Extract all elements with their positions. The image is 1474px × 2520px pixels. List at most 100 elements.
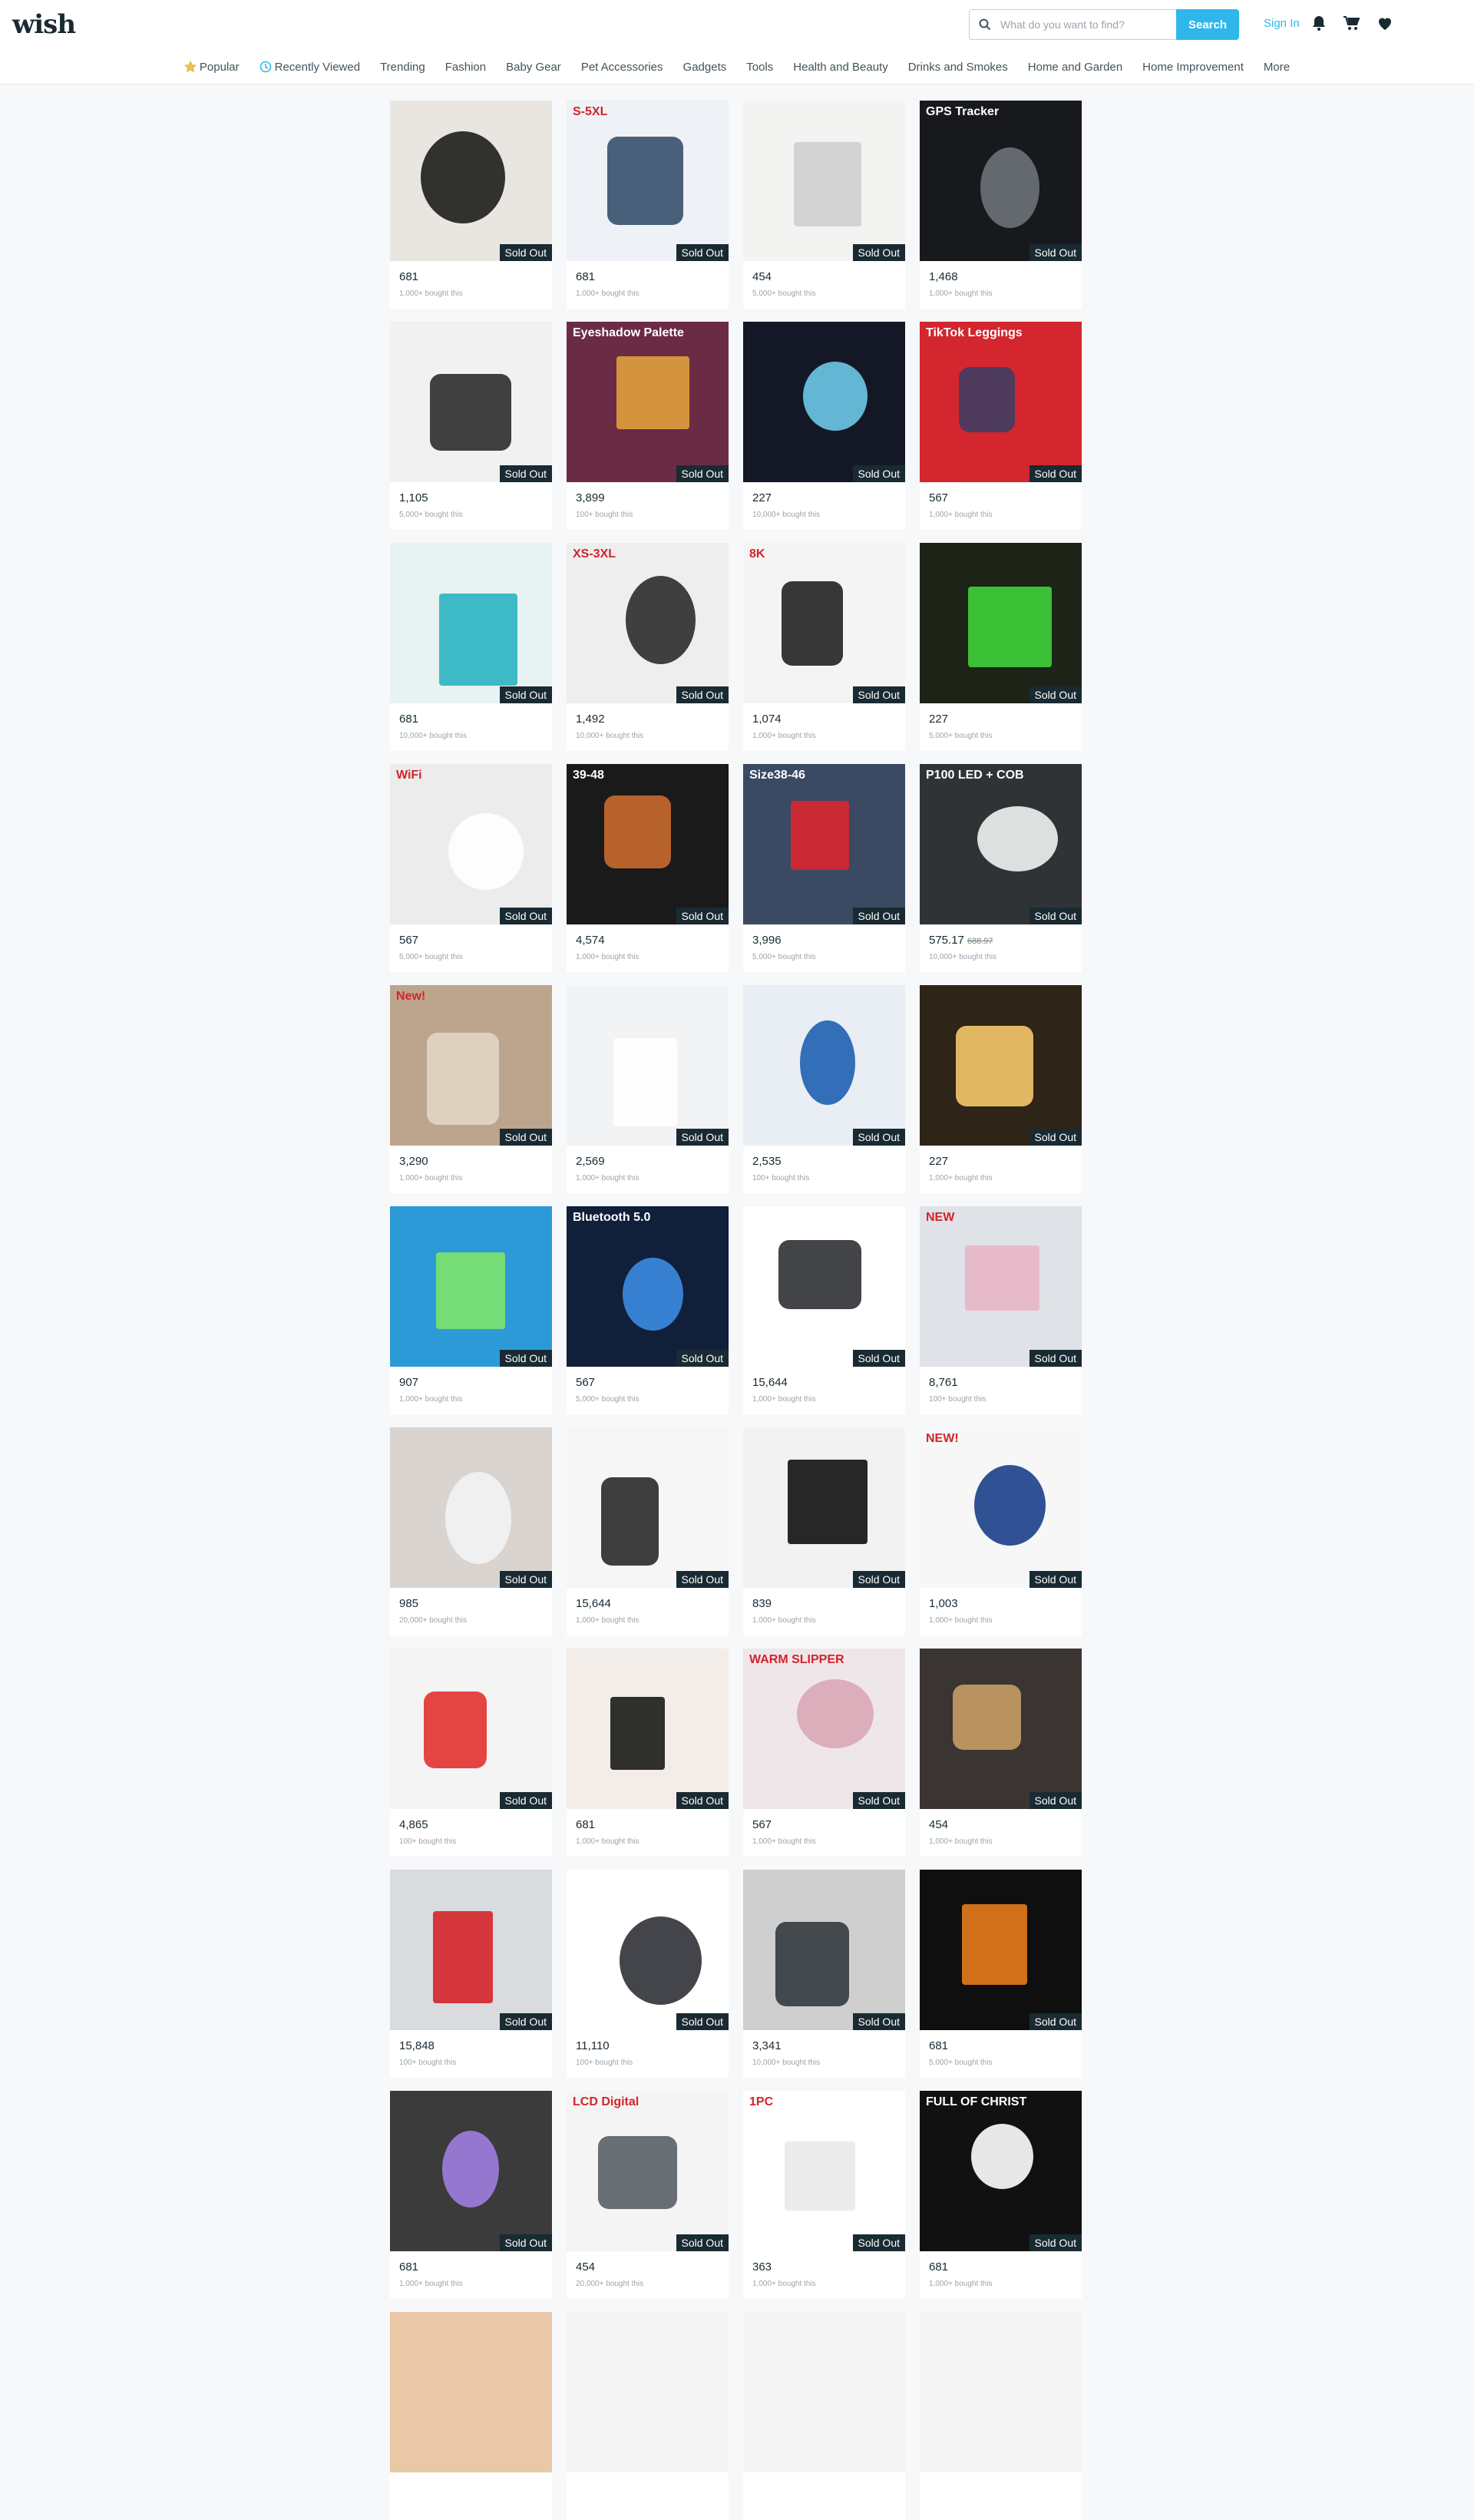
product-card[interactable]: XS-3XL Sold Out 1,492 10,000+ bought this: [567, 543, 729, 751]
product-card[interactable]: Bluetooth 5.0 Sold Out 567 5,000+ bought th…: [567, 1206, 729, 1414]
product-image[interactable]: Sold Out: [743, 322, 905, 482]
product-image[interactable]: Sold Out: [567, 985, 729, 1146]
product-card[interactable]: Sold Out 681 10,000+ bought this: [390, 543, 552, 751]
sign-in-link[interactable]: Sign In: [1264, 17, 1300, 30]
nav-item-tools[interactable]: Tools: [736, 57, 783, 77]
product-card[interactable]: Sold Out 681 1,000+ bought this: [390, 101, 552, 309]
product-image[interactable]: Sold Out: [743, 985, 905, 1146]
bell-icon[interactable]: [1310, 14, 1328, 32]
nav-item-recently-viewed[interactable]: Recently Viewed: [250, 57, 370, 77]
product-card[interactable]: Sold Out 681 5,000+ bought this: [920, 1870, 1082, 2078]
search-button[interactable]: Search: [1176, 9, 1239, 40]
product-card[interactable]: LCD Digital Sold Out 454 20,000+ bought thi…: [567, 2091, 729, 2299]
product-image[interactable]: WiFi Sold Out: [390, 764, 552, 924]
product-image[interactable]: Sold Out: [743, 1870, 905, 2030]
product-card[interactable]: Sold Out 227 1,000+ bought this: [920, 985, 1082, 1193]
cart-icon[interactable]: [1342, 14, 1360, 32]
product-image[interactable]: Sold Out: [390, 543, 552, 703]
product-image[interactable]: [390, 2312, 552, 2472]
product-card[interactable]: Sold Out 907 1,000+ bought this: [390, 1206, 552, 1414]
nav-item-home-improvement[interactable]: Home Improvement: [1132, 57, 1254, 77]
product-card[interactable]: TikTok Leggings Sold Out 567 1,000+ bought …: [920, 322, 1082, 530]
nav-item-drinks-and-smokes[interactable]: Drinks and Smokes: [898, 57, 1018, 77]
product-image[interactable]: S-5XL Sold Out: [567, 101, 729, 261]
product-card[interactable]: Sold Out 15,644 1,000+ bought this: [743, 1206, 905, 1414]
product-card[interactable]: 1PC Sold Out 363 1,000+ bought this: [743, 2091, 905, 2299]
product-card[interactable]: NEW! Sold Out 1,003 1,000+ bought this: [920, 1427, 1082, 1635]
product-image[interactable]: TikTok Leggings Sold Out: [920, 322, 1082, 482]
product-card[interactable]: S-5XL Sold Out 681 1,000+ bought this: [567, 101, 729, 309]
product-image[interactable]: Bluetooth 5.0 Sold Out: [567, 1206, 729, 1367]
product-card[interactable]: Sold Out 15,644 1,000+ bought this: [567, 1427, 729, 1635]
product-image[interactable]: Eyeshadow Palette Sold Out: [567, 322, 729, 482]
nav-item-popular[interactable]: Popular: [174, 57, 250, 77]
product-card[interactable]: [390, 2312, 552, 2520]
search-field[interactable]: [969, 9, 1178, 40]
product-image[interactable]: Sold Out: [567, 1649, 729, 1809]
product-image[interactable]: NEW Sold Out: [920, 1206, 1082, 1367]
product-card[interactable]: Sold Out 454 1,000+ bought this: [920, 1649, 1082, 1857]
product-card[interactable]: Sold Out 3,341 10,000+ bought this: [743, 1870, 905, 2078]
product-image[interactable]: LCD Digital Sold Out: [567, 2091, 729, 2251]
product-card[interactable]: Sold Out 11,110 100+ bought this: [567, 1870, 729, 2078]
product-image[interactable]: [920, 2312, 1082, 2472]
product-card[interactable]: Sold Out 2,535 100+ bought this: [743, 985, 905, 1193]
product-image[interactable]: [743, 2312, 905, 2472]
product-card[interactable]: 8K Sold Out 1,074 1,000+ bought this: [743, 543, 905, 751]
product-card[interactable]: [920, 2312, 1082, 2520]
product-card[interactable]: Sold Out 985 20,000+ bought this: [390, 1427, 552, 1635]
search-input[interactable]: [1000, 10, 1173, 39]
nav-item-health-and-beauty[interactable]: Health and Beauty: [783, 57, 897, 77]
product-card[interactable]: Eyeshadow Palette Sold Out 3,899 100+ bough…: [567, 322, 729, 530]
nav-item-pet-accessories[interactable]: Pet Accessories: [571, 57, 673, 77]
product-card[interactable]: WARM SLIPPER Sold Out 567 1,000+ bought thi…: [743, 1649, 905, 1857]
product-image[interactable]: NEW! Sold Out: [920, 1427, 1082, 1588]
product-image[interactable]: WARM SLIPPER Sold Out: [743, 1649, 905, 1809]
product-image[interactable]: Sold Out: [390, 1206, 552, 1367]
nav-item-home-and-garden[interactable]: Home and Garden: [1018, 57, 1132, 77]
product-card[interactable]: Sold Out 4,865 100+ bought this: [390, 1649, 552, 1857]
product-card[interactable]: Sold Out 227 10,000+ bought this: [743, 322, 905, 530]
product-image[interactable]: Sold Out: [390, 2091, 552, 2251]
product-card[interactable]: Sold Out 1,105 5,000+ bought this: [390, 322, 552, 530]
product-card[interactable]: Sold Out 454 5,000+ bought this: [743, 101, 905, 309]
product-image[interactable]: XS-3XL Sold Out: [567, 543, 729, 703]
nav-item-baby-gear[interactable]: Baby Gear: [496, 57, 571, 77]
product-card[interactable]: Sold Out 681 1,000+ bought this: [567, 1649, 729, 1857]
product-card[interactable]: P100 LED + COB Sold Out 575.17 688.97 10,000…: [920, 764, 1082, 972]
product-image[interactable]: Sold Out: [920, 985, 1082, 1146]
product-card[interactable]: GPS Tracker Sold Out 1,468 1,000+ bought th…: [920, 101, 1082, 309]
product-image[interactable]: FULL OF CHRIST Sold Out: [920, 2091, 1082, 2251]
product-image[interactable]: [567, 2312, 729, 2472]
product-image[interactable]: Sold Out: [743, 1427, 905, 1588]
product-card[interactable]: Sold Out 839 1,000+ bought this: [743, 1427, 905, 1635]
product-image[interactable]: Sold Out: [743, 1206, 905, 1367]
heart-icon[interactable]: [1376, 14, 1394, 32]
product-image[interactable]: 8K Sold Out: [743, 543, 905, 703]
product-card[interactable]: 39-48 Sold Out 4,574 1,000+ bought this: [567, 764, 729, 972]
product-image[interactable]: P100 LED + COB Sold Out: [920, 764, 1082, 924]
wish-logo[interactable]: wish: [12, 9, 76, 40]
product-image[interactable]: Sold Out: [567, 1870, 729, 2030]
product-card[interactable]: WiFi Sold Out 567 5,000+ bought this: [390, 764, 552, 972]
product-image[interactable]: 39-48 Sold Out: [567, 764, 729, 924]
product-card[interactable]: New! Sold Out 3,290 1,000+ bought this: [390, 985, 552, 1193]
product-card[interactable]: [567, 2312, 729, 2520]
product-image[interactable]: GPS Tracker Sold Out: [920, 101, 1082, 261]
product-image[interactable]: Sold Out: [743, 101, 905, 261]
product-image[interactable]: Sold Out: [390, 101, 552, 261]
product-image[interactable]: Sold Out: [390, 1649, 552, 1809]
product-card[interactable]: FULL OF CHRIST Sold Out 681 1,000+ bought t…: [920, 2091, 1082, 2299]
product-image[interactable]: New! Sold Out: [390, 985, 552, 1146]
product-image[interactable]: Sold Out: [920, 1870, 1082, 2030]
product-image[interactable]: Sold Out: [920, 1649, 1082, 1809]
nav-item-fashion[interactable]: Fashion: [435, 57, 496, 77]
product-image[interactable]: Sold Out: [390, 1427, 552, 1588]
product-image[interactable]: Sold Out: [390, 322, 552, 482]
product-card[interactable]: Sold Out 15,848 100+ bought this: [390, 1870, 552, 2078]
product-image[interactable]: Size38-46 Sold Out: [743, 764, 905, 924]
nav-item-gadgets[interactable]: Gadgets: [673, 57, 737, 77]
nav-item-more[interactable]: More: [1254, 57, 1300, 77]
product-image[interactable]: Sold Out: [920, 543, 1082, 703]
product-image[interactable]: Sold Out: [390, 1870, 552, 2030]
